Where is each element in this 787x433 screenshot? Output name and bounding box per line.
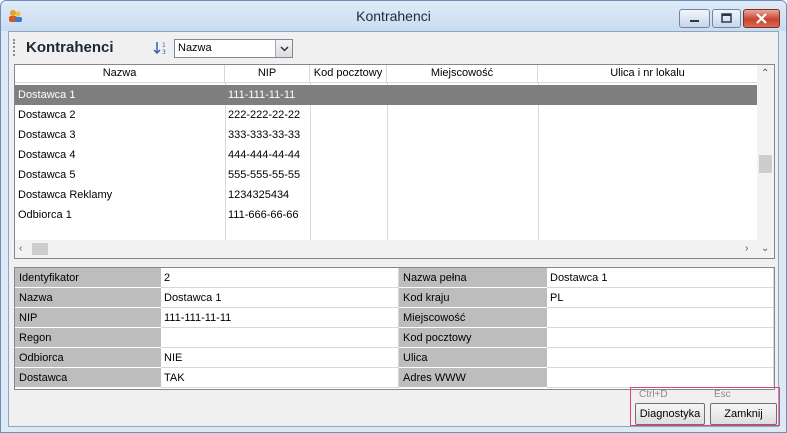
detail-row: Nazwa Dostawca 1 Kod kraju PL (15, 288, 774, 308)
vertical-scroll-thumb[interactable] (759, 155, 772, 173)
column-header-kod-pocztowy[interactable]: Kod pocztowy (310, 65, 387, 83)
maximize-icon (721, 13, 732, 23)
sort-field-select[interactable]: Nazwa (174, 39, 293, 58)
detail-value[interactable]: NIE (161, 348, 399, 368)
close-shortcut-hint: Esc (714, 389, 731, 400)
detail-row: Dostawca TAK Adres WWW (15, 368, 774, 388)
detail-value[interactable] (547, 348, 774, 368)
detail-row: NIP 111-111-11-11 Miejscowość (15, 308, 774, 328)
maximize-button[interactable] (712, 9, 741, 28)
window-title: Kontrahenci (356, 8, 431, 24)
chevron-down-icon (280, 46, 289, 52)
cell-nazwa: Dostawca 3 (18, 129, 76, 141)
column-header-miejscowosc[interactable]: Miejscowość (387, 65, 538, 83)
close-button[interactable]: Zamknij (710, 403, 777, 425)
minimize-icon (690, 20, 699, 22)
detail-label: Ulica (399, 348, 547, 368)
client-area: Kontrahenci 1 3 Nazwa Nazwa NIP Kod pocz… (8, 31, 780, 427)
cell-kod-pocztowy (310, 85, 387, 105)
cell-nazwa: Dostawca 4 (18, 149, 76, 161)
cell-nip: 333-333-33-33 (228, 129, 301, 141)
sort-field-value: Nazwa (178, 42, 212, 54)
sort-icon[interactable]: 1 3 (153, 40, 169, 56)
table-row[interactable]: Dostawca 4 444-444-44-44 (15, 145, 757, 165)
scroll-left-icon[interactable]: ‹ (19, 243, 22, 255)
detail-value[interactable]: TAK (161, 368, 399, 388)
cell-nip: 111-666-66-66 (228, 209, 299, 221)
column-header-ulica[interactable]: Ulica i nr lokalu (538, 65, 757, 83)
minimize-button[interactable] (679, 9, 710, 28)
cell-nip: 222-222-22-22 (228, 109, 301, 121)
cell-nazwa: Odbiorca 1 (18, 209, 72, 221)
vertical-scrollbar[interactable]: ⌃ (757, 65, 774, 240)
horizontal-scroll-thumb[interactable] (32, 243, 48, 255)
toolbar: Kontrahenci 1 3 Nazwa (9, 32, 778, 63)
cell-nip: 111-111-11-11 (228, 89, 296, 101)
scroll-right-icon[interactable]: › (745, 243, 748, 255)
title-bar[interactable]: Kontrahenci (1, 1, 786, 31)
grid-header: Nazwa NIP Kod pocztowy Miejscowość Ulica… (15, 65, 757, 83)
footer-buttons-group: Ctrl+D Esc Diagnostyka Zamknij (630, 387, 780, 426)
detail-label: Adres WWW (399, 368, 547, 388)
scroll-down-icon[interactable]: ⌄ (761, 243, 769, 255)
cell-nip: 444-444-44-44 (228, 149, 301, 161)
detail-value[interactable]: PL (547, 288, 774, 308)
detail-label: Nazwa (15, 288, 161, 308)
horizontal-scrollbar[interactable]: ‹ › ⌄ (15, 240, 774, 258)
cell-ulica (538, 85, 757, 105)
main-window: Kontrahenci Kontrahenci 1 3 Nazwa Nazwa … (0, 0, 787, 433)
diagnostics-button[interactable]: Diagnostyka (635, 403, 705, 425)
svg-text:3: 3 (162, 49, 166, 56)
detail-value[interactable]: 2 (161, 268, 399, 288)
detail-value[interactable] (161, 328, 399, 348)
detail-value[interactable]: Dostawca 1 (161, 288, 399, 308)
column-header-nazwa[interactable]: Nazwa (15, 65, 225, 83)
toolbar-title: Kontrahenci (26, 39, 114, 56)
detail-label: Dostawca (15, 368, 161, 388)
close-icon (756, 13, 767, 24)
table-row[interactable]: Dostawca 5 555-555-55-55 (15, 165, 757, 185)
detail-label: Kod pocztowy (399, 328, 547, 348)
cell-nip: 1234325434 (228, 189, 290, 201)
detail-value[interactable]: 111-111-11-11 (161, 308, 399, 328)
cell-nazwa: Dostawca 2 (18, 109, 76, 121)
cell-nazwa: Dostawca 5 (18, 169, 76, 181)
toolbar-grip[interactable] (13, 39, 16, 56)
detail-row: Identyfikator 2 Nazwa pełna Dostawca 1 (15, 268, 774, 288)
cell-nazwa: Dostawca Reklamy (18, 189, 113, 201)
detail-label: Nazwa pełna (399, 268, 547, 288)
detail-row: Regon Kod pocztowy (15, 328, 774, 348)
column-header-nip[interactable]: NIP (225, 65, 310, 83)
details-panel: Identyfikator 2 Nazwa pełna Dostawca 1 N… (14, 267, 775, 390)
cell-miejscowosc (387, 85, 538, 105)
table-row[interactable]: Dostawca 3 333-333-33-33 (15, 125, 757, 145)
table-row[interactable]: Dostawca 2 222-222-22-22 (15, 105, 757, 125)
detail-label: Odbiorca (15, 348, 161, 368)
svg-text:1: 1 (162, 42, 166, 49)
detail-value[interactable] (547, 368, 774, 388)
detail-label: Identyfikator (15, 268, 161, 288)
detail-label: Regon (15, 328, 161, 348)
cell-nazwa: Dostawca 1 (18, 89, 76, 101)
detail-label: NIP (15, 308, 161, 328)
detail-label: Kod kraju (399, 288, 547, 308)
table-row[interactable]: Dostawca Reklamy 1234325434 (15, 185, 757, 205)
scroll-up-icon[interactable]: ⌃ (761, 68, 769, 80)
contractors-grid[interactable]: Nazwa NIP Kod pocztowy Miejscowość Ulica… (14, 64, 775, 259)
cell-nip: 555-555-55-55 (228, 169, 301, 181)
sort-dropdown-button[interactable] (275, 40, 292, 57)
table-row[interactable]: Dostawca 1 111-111-11-11 (15, 85, 757, 105)
detail-row: Odbiorca NIE Ulica (15, 348, 774, 368)
detail-value[interactable]: Dostawca 1 (547, 268, 774, 288)
detail-label: Miejscowość (399, 308, 547, 328)
table-row[interactable]: Odbiorca 1 111-666-66-66 (15, 205, 757, 225)
close-window-button[interactable] (743, 9, 780, 28)
detail-value[interactable] (547, 328, 774, 348)
detail-value[interactable] (547, 308, 774, 328)
diagnostics-shortcut-hint: Ctrl+D (639, 389, 668, 400)
